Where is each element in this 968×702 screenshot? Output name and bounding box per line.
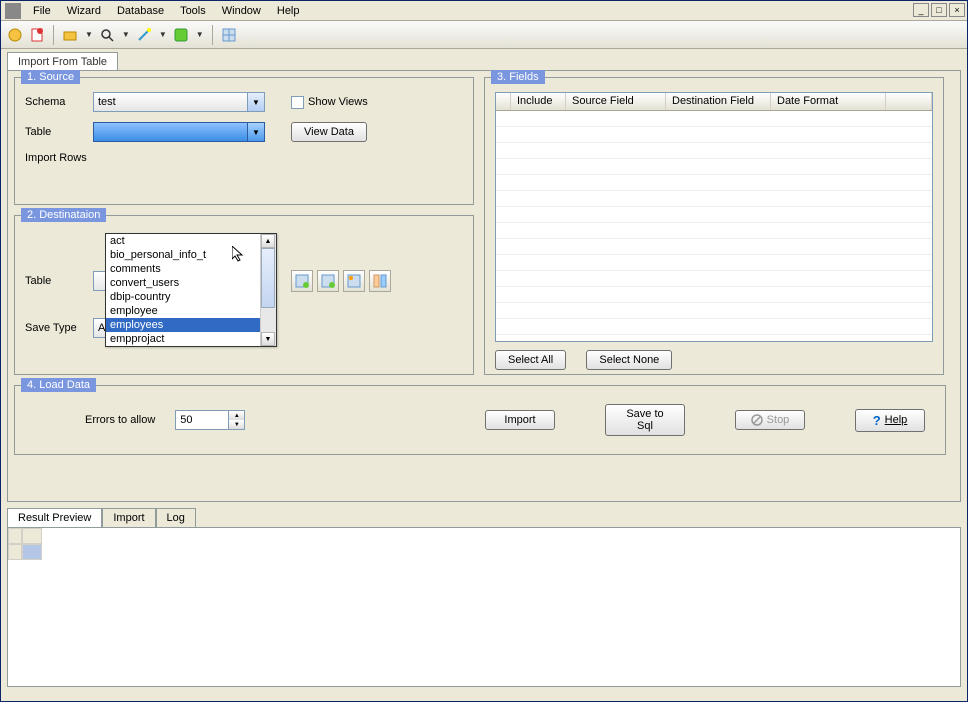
source-legend: 1. Source <box>21 70 80 84</box>
toolbar-new-doc-icon[interactable] <box>29 27 45 43</box>
select-all-button[interactable]: Select All <box>495 350 566 370</box>
schema-value: test <box>98 96 116 108</box>
dropdown-item-employees[interactable]: employees <box>106 318 276 332</box>
dropdown-item-comments[interactable]: comments <box>106 262 276 276</box>
content-panel: 1. Source Schema test▼ Show Views Table … <box>7 70 961 502</box>
stop-button[interactable]: Stop <box>735 410 805 430</box>
dropdown-item-employee[interactable]: employee <box>106 304 276 318</box>
chevron-down-icon[interactable]: ▼ <box>247 123 264 141</box>
table-label: Table <box>25 126 93 138</box>
menu-window[interactable]: Window <box>214 3 269 19</box>
col-source-field[interactable]: Source Field <box>566 93 666 110</box>
tab-log[interactable]: Log <box>156 508 196 527</box>
chevron-down-icon[interactable]: ▼ <box>247 93 264 111</box>
tab-import-from-table[interactable]: Import From Table <box>7 52 118 71</box>
toolbar-wand-icon[interactable] <box>136 27 152 43</box>
source-fieldset: 1. Source Schema test▼ Show Views Table … <box>14 77 474 205</box>
chevron-down-icon[interactable]: ▼ <box>196 30 204 39</box>
save-to-sql-button[interactable]: Save to Sql <box>605 404 685 436</box>
menubar: File Wizard Database Tools Window Help _… <box>1 1 967 21</box>
show-views-label: Show Views <box>308 96 368 108</box>
scroll-down-icon[interactable]: ▼ <box>261 332 275 346</box>
dest-icon-1[interactable] <box>291 270 313 292</box>
tab-result-preview[interactable]: Result Preview <box>7 508 102 527</box>
errors-spinner[interactable]: 50 ▲▼ <box>175 410 245 430</box>
help-icon: ? <box>873 413 881 428</box>
chevron-down-icon[interactable]: ▼ <box>122 30 130 39</box>
toolbar-new-icon[interactable] <box>7 27 23 43</box>
tab-import[interactable]: Import <box>102 508 155 527</box>
dropdown-scrollbar[interactable]: ▲ ▼ <box>260 234 276 346</box>
close-button[interactable]: × <box>949 3 965 17</box>
scroll-up-icon[interactable]: ▲ <box>261 234 275 248</box>
load-legend: 4. Load Data <box>21 378 96 392</box>
spinner-down-icon[interactable]: ▼ <box>228 420 244 429</box>
schema-combobox[interactable]: test ▼ <box>93 92 265 112</box>
stop-icon <box>751 414 763 426</box>
restore-button[interactable]: □ <box>931 3 947 17</box>
fields-legend: 3. Fields <box>491 70 545 84</box>
toolbar-search-icon[interactable] <box>99 27 115 43</box>
stop-label: Stop <box>767 414 790 426</box>
view-data-button[interactable]: View Data <box>291 122 367 142</box>
menu-help[interactable]: Help <box>269 3 308 19</box>
dropdown-item-bio[interactable]: bio_personal_info_t <box>106 248 276 262</box>
toolbar-folder-icon[interactable] <box>62 27 78 43</box>
help-label: Help <box>885 414 908 426</box>
col-date-format[interactable]: Date Format <box>771 93 886 110</box>
toolbar: ▼ ▼ ▼ ▼ <box>1 21 967 49</box>
source-table-combobox[interactable]: ▼ <box>93 122 265 142</box>
toolbar-run-icon[interactable] <box>173 27 189 43</box>
scroll-thumb[interactable] <box>261 248 275 308</box>
dropdown-item-empprojact[interactable]: empprojact <box>106 332 276 346</box>
menu-tools[interactable]: Tools <box>172 3 214 19</box>
col-destination-field[interactable]: Destination Field <box>666 93 771 110</box>
spinner-up-icon[interactable]: ▲ <box>228 411 244 420</box>
chevron-down-icon[interactable]: ▼ <box>85 30 93 39</box>
dropdown-item-convert-users[interactable]: convert_users <box>106 276 276 290</box>
dropdown-item-act[interactable]: act <box>106 234 276 248</box>
dest-icon-2[interactable] <box>317 270 339 292</box>
app-icon <box>5 3 21 19</box>
menu-wizard[interactable]: Wizard <box>59 3 109 19</box>
table-dropdown-list[interactable]: act bio_personal_info_t comments convert… <box>105 233 277 347</box>
minimize-button[interactable]: _ <box>913 3 929 17</box>
fields-grid-body <box>496 111 932 341</box>
errors-label: Errors to allow <box>85 414 155 426</box>
result-preview-panel <box>7 527 961 687</box>
main-tab-bar: Import From Table <box>1 49 967 70</box>
import-button[interactable]: Import <box>485 410 555 430</box>
destination-legend: 2. Destinataion <box>21 208 106 222</box>
errors-value: 50 <box>180 414 192 426</box>
import-rows-label: Import Rows <box>25 152 93 164</box>
show-views-checkbox[interactable]: Show Views <box>291 96 368 109</box>
fields-fieldset: 3. Fields Include Source Field Destinati… <box>484 77 944 375</box>
result-tab-bar: Result Preview Import Log <box>7 508 961 527</box>
chevron-down-icon[interactable]: ▼ <box>159 30 167 39</box>
menu-file[interactable]: File <box>25 3 59 19</box>
schema-label: Schema <box>25 96 93 108</box>
col-include[interactable]: Include <box>511 93 566 110</box>
save-type-label: Save Type <box>25 322 93 334</box>
dropdown-item-dbip-country[interactable]: dbip-country <box>106 290 276 304</box>
help-button[interactable]: ? Help <box>855 409 925 432</box>
menu-database[interactable]: Database <box>109 3 172 19</box>
load-data-fieldset: 4. Load Data Errors to allow 50 ▲▼ Impor… <box>14 385 946 455</box>
dest-icon-4[interactable] <box>369 270 391 292</box>
dest-table-label: Table <box>25 275 93 287</box>
dest-icon-3[interactable] <box>343 270 365 292</box>
toolbar-grid-icon[interactable] <box>221 27 237 43</box>
select-none-button[interactable]: Select None <box>586 350 672 370</box>
fields-grid: Include Source Field Destination Field D… <box>495 92 933 342</box>
